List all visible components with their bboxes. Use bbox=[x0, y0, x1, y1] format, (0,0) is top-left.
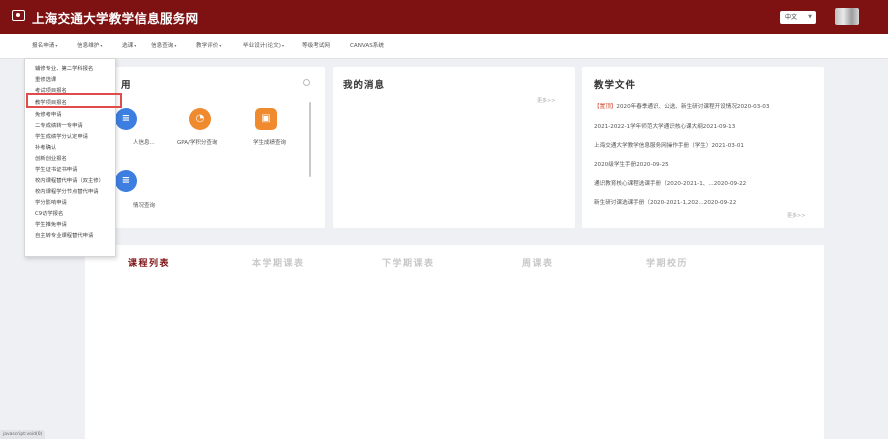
tab-course-list[interactable]: 课程列表 bbox=[128, 256, 170, 269]
language-select[interactable]: 中文 ▼ bbox=[780, 11, 816, 24]
top-header: 上海交通大学教学信息服务网 中文 ▼ bbox=[0, 0, 888, 34]
messages-card-title: 我的消息 bbox=[343, 80, 386, 91]
app-label-user-info[interactable]: 人信息... bbox=[133, 138, 155, 146]
chevron-down-icon: ▾ bbox=[134, 43, 137, 48]
doc-link[interactable]: 新生研讨课选课手册（2020-2021-1,202...2020-09-22 bbox=[594, 198, 736, 206]
nav-item-label: 信息查询 bbox=[151, 43, 174, 49]
app-label-grades[interactable]: 学生成绩查询 bbox=[253, 138, 286, 146]
grade-icon[interactable]: ▣ bbox=[255, 108, 277, 130]
nav-item-level-exam[interactable]: 等级考试网 bbox=[302, 41, 330, 49]
scrollbar[interactable] bbox=[309, 102, 311, 177]
tab-next-term-schedule[interactable]: 下学期课表 bbox=[382, 256, 435, 269]
menu-item[interactable]: 自主转专业课程替代申请 bbox=[35, 231, 93, 239]
nav-item-info-maintenance[interactable]: 信息维护▾ bbox=[77, 41, 102, 49]
selection-highlight-box bbox=[26, 93, 122, 108]
logo-icon[interactable] bbox=[12, 10, 25, 21]
chevron-down-icon: ▾ bbox=[174, 43, 177, 48]
nav-item-teaching-evaluation[interactable]: 教学评价▾ bbox=[196, 41, 221, 49]
site-title[interactable]: 上海交通大学教学信息服务网 bbox=[32, 8, 198, 27]
menu-item[interactable]: 校内课程学分节点替代申请 bbox=[35, 187, 99, 195]
avatar[interactable] bbox=[835, 8, 859, 25]
messages-card: 我的消息 更多>> bbox=[333, 67, 575, 228]
tab-school-calendar[interactable]: 学期校历 bbox=[646, 256, 688, 269]
menu-item[interactable]: C9访学报名 bbox=[35, 209, 63, 217]
tab-weekly-schedule[interactable]: 周课表 bbox=[522, 256, 554, 269]
course-list-card: 课程列表 本学期课表 下学期课表 周课表 学期校历 bbox=[85, 245, 824, 439]
nav-item-info-query[interactable]: 信息查询▾ bbox=[151, 41, 176, 49]
menu-item[interactable]: 创新创业报名 bbox=[35, 154, 67, 162]
chevron-down-icon: ▾ bbox=[55, 43, 58, 48]
gpa-icon[interactable]: ◔ bbox=[189, 108, 211, 130]
chevron-down-icon: ▾ bbox=[100, 43, 103, 48]
doc-link-text: 2020年春季通识、公选、新生研讨课程开设情况2020-03-03 bbox=[616, 104, 770, 110]
menu-item[interactable]: 学生成绩学分认定申请 bbox=[35, 132, 88, 140]
nav-item-label: 教学评价 bbox=[196, 43, 219, 49]
doc-link[interactable]: 【置顶】2020年春季通识、公选、新生研讨课程开设情况2020-03-03 bbox=[594, 102, 769, 110]
nav-item-label: 毕业设计(论文) bbox=[243, 43, 281, 49]
settings-icon[interactable] bbox=[303, 79, 310, 86]
nav-item-label: 选课 bbox=[122, 43, 134, 49]
docs-more-link[interactable]: 更多>> bbox=[787, 212, 805, 219]
menu-item[interactable]: 免修考申请 bbox=[35, 110, 62, 118]
nav-item-thesis[interactable]: 毕业设计(论文)▾ bbox=[243, 41, 284, 49]
menu-item[interactable]: 校内课程替代申请（双主修） bbox=[35, 176, 104, 184]
nav-item-label: 信息维护 bbox=[77, 43, 100, 49]
nav-item-registration[interactable]: 报名申请▾ bbox=[32, 41, 57, 49]
app-label-gpa[interactable]: GPA/学积分查询 bbox=[177, 138, 217, 146]
menu-item[interactable]: 二专成绩转一专申请 bbox=[35, 121, 83, 129]
user-info-icon[interactable]: ≡ bbox=[115, 108, 137, 130]
menu-item[interactable]: 学分影响申请 bbox=[35, 198, 67, 206]
chevron-down-icon: ▾ bbox=[219, 43, 222, 48]
status-icon[interactable]: ≡ bbox=[115, 170, 137, 192]
apps-card-title: 用 bbox=[121, 80, 132, 91]
messages-more-link[interactable]: 更多>> bbox=[537, 97, 555, 104]
doc-link[interactable]: 2020级学生手册2020-09-25 bbox=[594, 160, 669, 168]
chevron-down-icon: ▾ bbox=[281, 43, 284, 48]
doc-link[interactable]: 2021-2022-1学年师范大学通识核心课大纲2021-09-13 bbox=[594, 122, 735, 130]
menu-item[interactable]: 学生证书证书申请 bbox=[35, 165, 77, 173]
menu-item[interactable]: 重修选课 bbox=[35, 75, 56, 83]
doc-link[interactable]: 通识教育核心课程选课手册（2020-2021-1、...2020-09-22 bbox=[594, 179, 746, 187]
teaching-docs-card: 教学文件 【置顶】2020年春季通识、公选、新生研讨课程开设情况2020-03-… bbox=[582, 67, 824, 228]
docs-card-title: 教学文件 bbox=[594, 80, 637, 91]
language-select-label: 中文 bbox=[785, 14, 798, 21]
pinned-tag: 【置顶】 bbox=[594, 104, 617, 110]
menu-item[interactable]: 补考确认 bbox=[35, 143, 56, 151]
app-label-status[interactable]: 情况查询 bbox=[133, 201, 155, 209]
common-apps-card: 用 ≡ 人信息... ◔ GPA/学积分查询 ▣ 学生成绩查询 ≡ 情况查询 bbox=[85, 67, 325, 228]
main-nav: 报名申请▾ 信息维护▾ 选课▾ 信息查询▾ 教学评价▾ 毕业设计(论文)▾ 等级… bbox=[0, 34, 888, 59]
menu-item[interactable]: 学生推免申请 bbox=[35, 220, 67, 228]
nav-item-canvas[interactable]: CANVAS系统 bbox=[350, 41, 384, 49]
registration-dropdown-menu: 辅修专业、第二学科报名 重修选课 考试项目报名 教学项目报名 免修考申请 二专成… bbox=[24, 58, 122, 257]
status-bar-link-hint: javascript:void(0) bbox=[0, 430, 46, 439]
chevron-down-icon: ▼ bbox=[808, 14, 812, 20]
nav-item-label: 报名申请 bbox=[32, 43, 55, 49]
tab-this-term-schedule[interactable]: 本学期课表 bbox=[252, 256, 305, 269]
nav-item-course-selection[interactable]: 选课▾ bbox=[122, 41, 136, 49]
doc-link[interactable]: 上海交通大学教学信息服务网操作手册（学生）2021-03-01 bbox=[594, 141, 744, 149]
menu-item[interactable]: 辅修专业、第二学科报名 bbox=[35, 64, 93, 72]
